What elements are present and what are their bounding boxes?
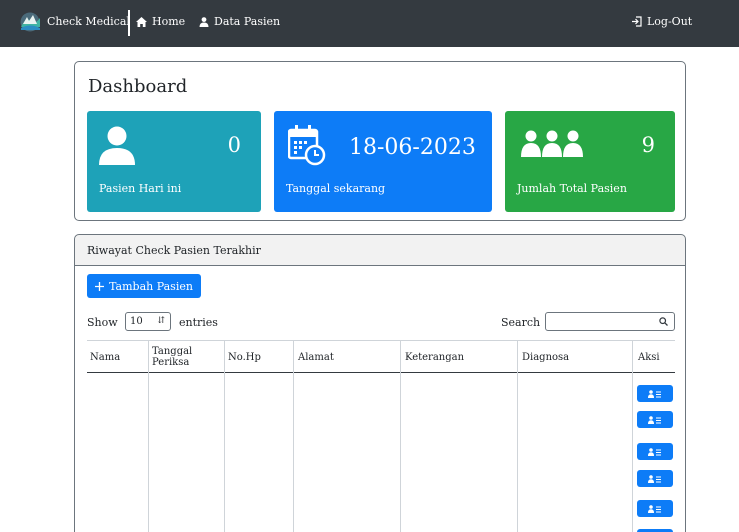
nav-divider <box>128 10 130 36</box>
entries-select[interactable]: 10 ⇵ <box>125 312 171 331</box>
column-divider <box>632 340 633 532</box>
user-list-icon <box>648 389 661 398</box>
plus-icon <box>95 281 105 291</box>
column-header-nama[interactable]: Nama <box>87 341 120 373</box>
entries-select-value: 10 <box>130 316 143 327</box>
nav-logout-link[interactable]: Log-Out <box>631 15 692 28</box>
column-header-no-hp[interactable]: No.Hp <box>225 341 261 373</box>
column-divider <box>400 340 401 532</box>
riwayat-title: Riwayat Check Pasien Terakhir <box>87 244 261 257</box>
stat-label: Pasien Hari ini <box>99 182 182 195</box>
column-header-alamat[interactable]: Alamat <box>295 341 334 373</box>
user-icon <box>99 126 135 165</box>
stat-label: Jumlah Total Pasien <box>517 182 627 195</box>
aksi-detail-button[interactable] <box>637 470 673 487</box>
riwayat-card-body: Tambah Pasien Show 10 ⇵ entries Search N… <box>74 266 686 532</box>
show-label: Show <box>87 316 118 329</box>
tambah-pasien-button[interactable]: Tambah Pasien <box>87 274 201 298</box>
top-navbar: Check Medical Home Data Pasien Log-Out <box>0 0 739 47</box>
column-header-aksi[interactable]: Aksi <box>635 341 660 373</box>
table-header: Nama Tanggal Periksa No.Hp Alamat Ketera… <box>87 340 675 373</box>
column-divider <box>224 340 225 532</box>
tambah-pasien-label: Tambah Pasien <box>109 279 193 293</box>
column-divider <box>517 340 518 532</box>
calendar-clock-icon <box>288 125 326 166</box>
stat-card-pasien-hari-ini: 0 Pasien Hari ini <box>87 111 261 212</box>
column-divider <box>148 340 149 532</box>
dashboard-title: Dashboard <box>88 76 188 97</box>
stat-card-tanggal-sekarang: 18-06-2023 Tanggal sekarang <box>274 111 492 212</box>
nav-data-pasien-link[interactable]: Data Pasien <box>199 15 280 28</box>
home-icon <box>136 16 147 27</box>
stat-card-jumlah-total-pasien: 9 Jumlah Total Pasien <box>505 111 675 212</box>
search-label: Search <box>501 316 541 329</box>
stat-value: 9 <box>641 133 655 157</box>
stat-label: Tanggal sekarang <box>286 182 386 195</box>
aksi-detail-button[interactable] <box>637 500 673 517</box>
aksi-detail-button[interactable] <box>637 411 673 428</box>
brand-logo-icon <box>20 12 40 32</box>
column-header-diagnosa[interactable]: Diagnosa <box>519 341 569 373</box>
aksi-detail-button[interactable] <box>637 443 673 460</box>
logout-icon <box>631 16 642 27</box>
users-icon <box>521 130 583 157</box>
column-divider <box>293 340 294 532</box>
user-list-icon <box>648 415 661 424</box>
column-header-keterangan[interactable]: Keterangan <box>402 341 464 373</box>
riwayat-table: Nama Tanggal Periksa No.Hp Alamat Ketera… <box>87 340 675 532</box>
nav-home-label: Home <box>152 15 186 28</box>
stat-value: 18-06-2023 <box>349 135 476 160</box>
search-icon <box>659 317 668 326</box>
user-icon <box>199 16 209 27</box>
entries-label: entries <box>179 316 218 329</box>
aksi-detail-button[interactable] <box>637 385 673 402</box>
nav-home-link[interactable]: Home <box>136 15 185 28</box>
nav-data-pasien-label: Data Pasien <box>214 15 281 28</box>
select-caret-icon: ⇵ <box>157 316 165 326</box>
user-list-icon <box>648 447 661 456</box>
brand-name[interactable]: Check Medical <box>47 15 130 28</box>
search-input[interactable] <box>545 312 675 331</box>
user-list-icon <box>648 504 661 513</box>
stat-value: 0 <box>227 133 241 157</box>
column-header-tanggal-periksa[interactable]: Tanggal Periksa <box>149 341 211 373</box>
nav-logout-label: Log-Out <box>647 15 693 28</box>
dashboard-card: Dashboard 0 Pasien Hari ini 18-06-2023 T… <box>74 61 686 221</box>
riwayat-card-header: Riwayat Check Pasien Terakhir <box>74 234 686 266</box>
user-list-icon <box>648 474 661 483</box>
